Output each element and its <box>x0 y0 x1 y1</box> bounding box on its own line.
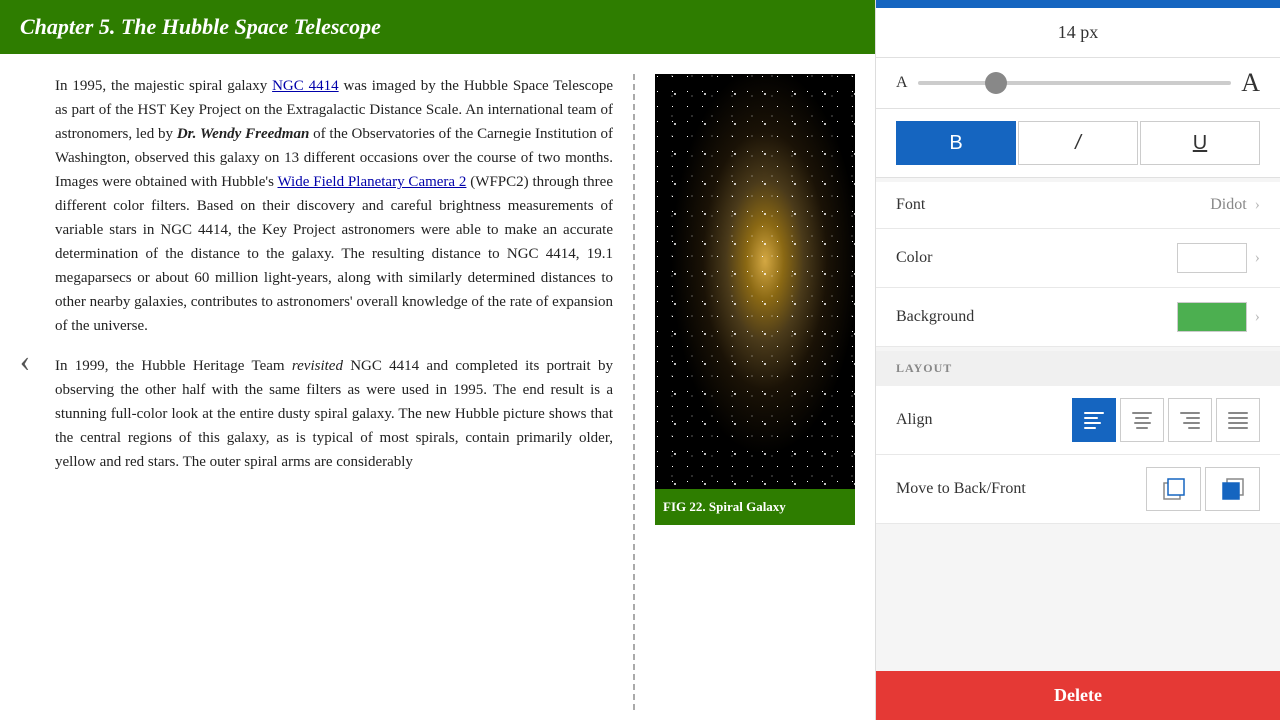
paragraph-1: In 1995, the majestic spiral galaxy NGC … <box>55 74 613 338</box>
layout-section-header: LAYOUT <box>876 351 1280 386</box>
move-buttons <box>1146 467 1260 511</box>
prev-page-button[interactable]: ‹ <box>0 330 50 390</box>
align-left-button[interactable] <box>1072 398 1116 442</box>
column-divider <box>633 74 635 710</box>
biu-row: B / U <box>876 109 1280 178</box>
move-back-icon <box>1160 475 1188 503</box>
align-right-icon <box>1180 412 1200 429</box>
text-column: In 1995, the majestic spiral galaxy NGC … <box>55 74 613 710</box>
color-label: Color <box>896 249 1177 267</box>
align-center-button[interactable] <box>1120 398 1164 442</box>
font-size-slider[interactable] <box>918 81 1232 85</box>
fig-caption: FIG 22. Spiral Galaxy <box>655 489 855 525</box>
chapter-header: Chapter 5. The Hubble Space Telescope <box>0 0 875 54</box>
galaxy-image <box>655 74 855 489</box>
align-justify-button[interactable] <box>1216 398 1260 442</box>
align-center-icon <box>1132 412 1152 429</box>
font-size-value: 14 px <box>1058 22 1099 43</box>
color-arrow-icon: › <box>1255 249 1260 267</box>
large-a-label: A <box>1241 68 1260 98</box>
small-a-label: A <box>896 74 908 92</box>
move-front-button[interactable] <box>1205 467 1260 511</box>
underline-button[interactable]: U <box>1140 121 1260 165</box>
background-arrow-icon: › <box>1255 308 1260 326</box>
move-row: Move to Back/Front <box>876 455 1280 524</box>
background-swatch[interactable] <box>1177 302 1247 332</box>
revisited-text: revisited <box>292 358 343 374</box>
align-right-button[interactable] <box>1168 398 1212 442</box>
move-front-icon <box>1219 475 1247 503</box>
align-justify-icon <box>1228 412 1248 429</box>
align-buttons <box>1072 398 1260 442</box>
fig-caption-bold: FIG 22. <box>663 499 706 514</box>
top-bar <box>876 0 1280 8</box>
page-area: Chapter 5. The Hubble Space Telescope ‹ … <box>0 0 875 720</box>
author-name: Dr. Wendy Freedman <box>177 126 309 142</box>
font-row[interactable]: Font Didot › <box>876 182 1280 229</box>
ngc-link[interactable]: NGC 4414 <box>272 78 339 94</box>
move-back-button[interactable] <box>1146 467 1201 511</box>
galaxy-stars-visual <box>655 74 855 489</box>
font-size-thumb[interactable] <box>985 72 1007 94</box>
font-value: Didot <box>1210 196 1246 214</box>
bold-button[interactable]: B <box>896 121 1016 165</box>
font-size-row: 14 px <box>876 8 1280 58</box>
font-arrow-icon: › <box>1255 196 1260 214</box>
background-row[interactable]: Background › <box>876 288 1280 347</box>
paragraph-2: In 1999, the Hubble Heritage Team revisi… <box>55 354 613 474</box>
image-column: FIG 22. Spiral Galaxy <box>655 74 855 710</box>
font-label: Font <box>896 196 1210 214</box>
move-label: Move to Back/Front <box>896 480 1138 498</box>
content-area: In 1995, the majestic spiral galaxy NGC … <box>0 54 875 720</box>
layout-section: LAYOUT Align <box>876 351 1280 524</box>
delete-button[interactable]: Delete <box>876 671 1280 720</box>
align-row: Align <box>876 386 1280 455</box>
fig-caption-text: Spiral Galaxy <box>706 499 786 514</box>
italic-button[interactable]: / <box>1018 121 1138 165</box>
color-swatch[interactable] <box>1177 243 1247 273</box>
color-row[interactable]: Color › <box>876 229 1280 288</box>
properties-section: Font Didot › Color › Background › <box>876 182 1280 347</box>
background-label: Background <box>896 308 1177 326</box>
right-panel: 14 px A A B / U Font Didot › Color › Bac… <box>875 0 1280 720</box>
align-label: Align <box>896 411 1064 429</box>
chapter-title: Chapter 5. The Hubble Space Telescope <box>20 14 381 39</box>
font-size-slider-row: A A <box>876 58 1280 109</box>
align-left-icon <box>1084 412 1104 429</box>
wfpc2-link[interactable]: Wide Field Planetary Camera 2 <box>278 174 467 190</box>
